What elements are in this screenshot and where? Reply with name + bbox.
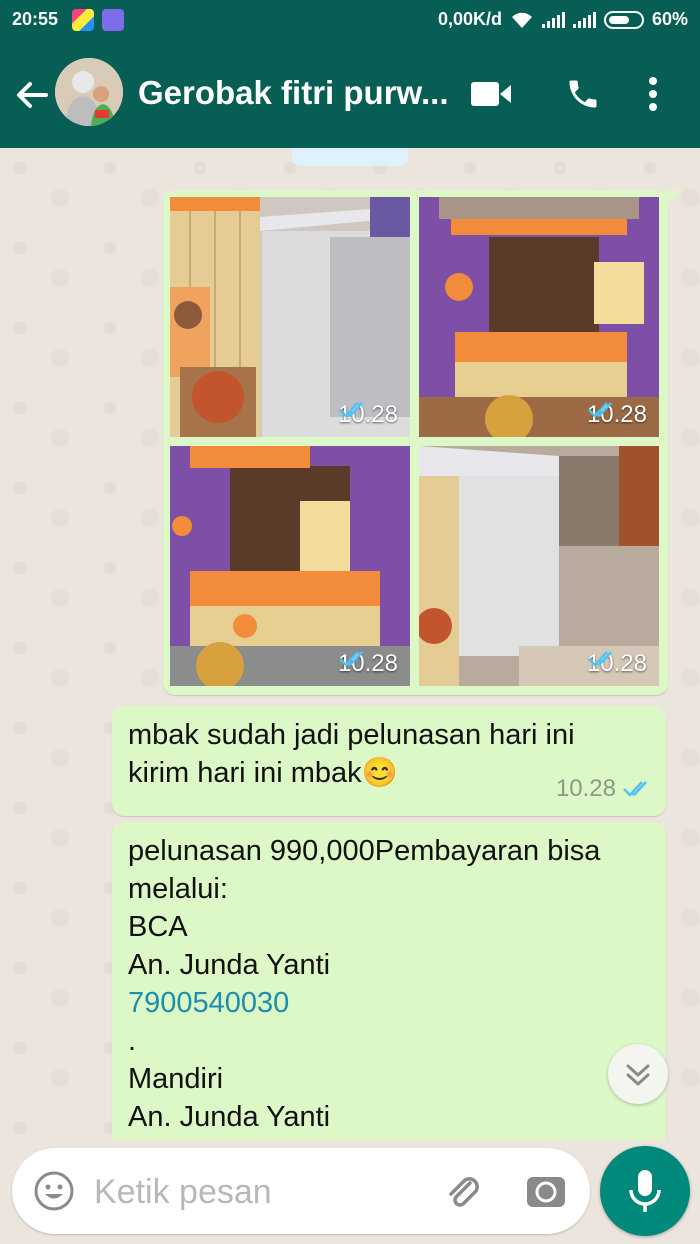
photo-meta: 10.28 <box>586 401 647 428</box>
message-text-line: . <box>128 1025 137 1057</box>
signal-icon <box>541 11 565 28</box>
wifi-icon <box>511 12 532 28</box>
photo-meta: 10.28 <box>337 650 398 677</box>
chat-header: Gerobak fitri purw... <box>0 40 700 148</box>
message-text-line: An. Junda Yanti <box>128 1101 331 1133</box>
message-text-line: pelunasan 990,000Pembayaran bisa <box>128 835 601 867</box>
video-call-icon[interactable] <box>470 80 512 108</box>
contact-name[interactable]: Gerobak fitri purw... <box>138 74 449 112</box>
smiling-emoji-icon: 😊 <box>361 757 398 789</box>
app-notification-icon <box>72 9 94 31</box>
more-vert-icon[interactable] <box>647 76 659 112</box>
photo-thumbnail[interactable]: 10.28 <box>419 197 659 437</box>
photo-thumbnail[interactable]: 10.28 <box>419 446 659 686</box>
message-composer[interactable]: Ketik pesan <box>12 1148 590 1234</box>
camera-icon[interactable] <box>524 1169 568 1213</box>
double-chevron-down-icon <box>626 1064 650 1086</box>
message-input[interactable]: Ketik pesan <box>94 1173 272 1212</box>
mic-icon <box>629 1170 661 1212</box>
outgoing-message[interactable]: mbak sudah jadi pelunasan hari ini kirim… <box>112 706 666 816</box>
message-text-line: kirim hari ini mbak <box>128 757 362 789</box>
phone-number-link[interactable]: 7900540030 <box>128 984 650 1022</box>
read-tick-icon <box>588 402 612 418</box>
photo-meta: 10.28 <box>337 401 398 428</box>
message-text-line: Mandiri <box>128 1063 224 1095</box>
photo-thumbnail[interactable]: 10.28 <box>170 446 410 686</box>
read-tick-icon <box>339 651 363 667</box>
scroll-to-bottom-button[interactable] <box>608 1044 668 1104</box>
message-time: 10.28 <box>555 775 616 802</box>
network-speed: 0,00K/d <box>437 9 502 29</box>
photo-thumbnail[interactable]: 10.28 <box>170 197 410 437</box>
emoji-icon[interactable] <box>32 1169 76 1213</box>
signal-icon <box>572 11 596 28</box>
previous-message-bubble <box>292 148 408 166</box>
read-tick-icon <box>339 402 363 418</box>
back-arrow-icon[interactable] <box>12 75 52 115</box>
message-meta: 10.28 <box>556 770 652 808</box>
voice-message-button[interactable] <box>600 1146 690 1236</box>
battery-icon <box>603 10 644 29</box>
outgoing-message[interactable]: pelunasan 990,000Pembayaran bisa melalui… <box>112 822 666 1140</box>
message-text-line: BCA <box>128 911 188 943</box>
message-text-line: An. Junda Yanti <box>128 949 331 981</box>
phone-call-icon[interactable] <box>565 76 601 112</box>
avatar[interactable] <box>55 58 123 126</box>
attach-icon[interactable] <box>440 1169 484 1213</box>
message-text-line: melalui: <box>128 873 228 905</box>
read-tick-icon <box>588 651 612 667</box>
battery-level: 60% <box>651 9 688 29</box>
chat-area[interactable]: 10.28 10.28 10.28 10.28 mbak sudah jadi … <box>0 148 700 1140</box>
image-album-bubble[interactable]: 10.28 10.28 10.28 10.28 <box>163 190 680 695</box>
status-time: 20:55 <box>12 9 59 29</box>
read-tick-icon <box>623 781 647 797</box>
status-bar: 20:55 0,00K/d 60% <box>0 0 700 40</box>
app-notification-icon <box>102 9 124 31</box>
message-text-line: mbak sudah jadi pelunasan hari ini <box>128 719 575 751</box>
photo-meta: 10.28 <box>586 650 647 677</box>
